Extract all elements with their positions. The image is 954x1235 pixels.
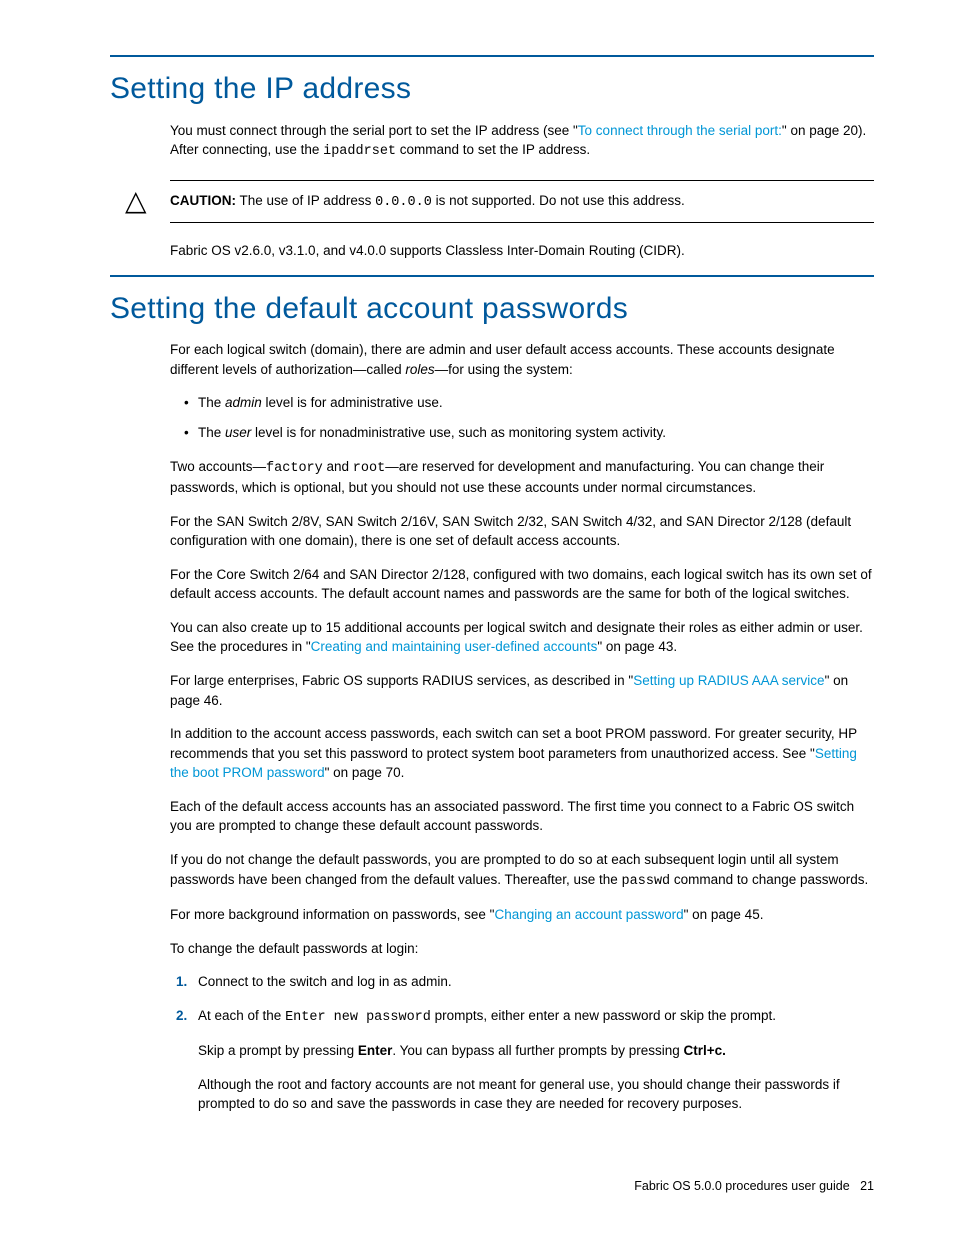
paragraph: For large enterprises, Fabric OS support… xyxy=(170,671,874,710)
paragraph: You can also create up to 15 additional … xyxy=(170,618,874,657)
step-note: Skip a prompt by pressing Enter. You can… xyxy=(198,1041,874,1061)
section-divider xyxy=(110,55,874,57)
link-change-password[interactable]: Changing an account password xyxy=(494,907,683,922)
section1-body: You must connect through the serial port… xyxy=(170,121,874,261)
caution-note: △ CAUTION: The use of IP address 0.0.0.0… xyxy=(170,180,874,224)
paragraph: If you do not change the default passwor… xyxy=(170,850,874,891)
heading-setting-ip: Setting the IP address xyxy=(110,67,874,111)
steps-list: Connect to the switch and log in as admi… xyxy=(170,972,874,1114)
link-user-accounts[interactable]: Creating and maintaining user-defined ac… xyxy=(311,639,598,654)
list-item: The user level is for nonadministrative … xyxy=(170,423,874,443)
heading-default-passwords: Setting the default account passwords xyxy=(110,287,874,331)
paragraph: For more background information on passw… xyxy=(170,905,874,925)
paragraph: You must connect through the serial port… xyxy=(170,121,874,162)
paragraph: For the SAN Switch 2/8V, SAN Switch 2/16… xyxy=(170,512,874,551)
cmd-ipaddrset: ipaddrset xyxy=(323,144,396,159)
caution-icon: △ xyxy=(125,187,147,215)
link-serial-port[interactable]: To connect through the serial port: xyxy=(578,123,782,138)
step-1: Connect to the switch and log in as admi… xyxy=(170,972,874,992)
paragraph: For each logical switch (domain), there … xyxy=(170,340,874,379)
paragraph: Each of the default access accounts has … xyxy=(170,797,874,836)
paragraph: Fabric OS v2.6.0, v3.1.0, and v4.0.0 sup… xyxy=(170,241,874,261)
paragraph: Two accounts—factory and root—are reserv… xyxy=(170,457,874,498)
cmd-passwd: passwd xyxy=(622,874,671,889)
section2-body: For each logical switch (domain), there … xyxy=(170,340,874,1114)
section-divider xyxy=(110,275,874,277)
paragraph: In addition to the account access passwo… xyxy=(170,724,874,783)
footer-text: Fabric OS 5.0.0 procedures user guide xyxy=(634,1179,849,1193)
ip-zero: 0.0.0.0 xyxy=(375,195,432,210)
paragraph: For the Core Switch 2/64 and SAN Directo… xyxy=(170,565,874,604)
page-number: 21 xyxy=(860,1179,874,1193)
step-2: At each of the Enter new password prompt… xyxy=(170,1006,874,1114)
paragraph: To change the default passwords at login… xyxy=(170,939,874,959)
roles-list: The admin level is for administrative us… xyxy=(170,393,874,442)
caution-label: CAUTION: xyxy=(170,193,236,208)
step-note: Although the root and factory accounts a… xyxy=(198,1075,874,1114)
document-page: Setting the IP address You must connect … xyxy=(0,0,954,1235)
list-item: The admin level is for administrative us… xyxy=(170,393,874,413)
page-footer: Fabric OS 5.0.0 procedures user guide 21 xyxy=(634,1177,874,1195)
link-radius[interactable]: Setting up RADIUS AAA service xyxy=(633,673,824,688)
